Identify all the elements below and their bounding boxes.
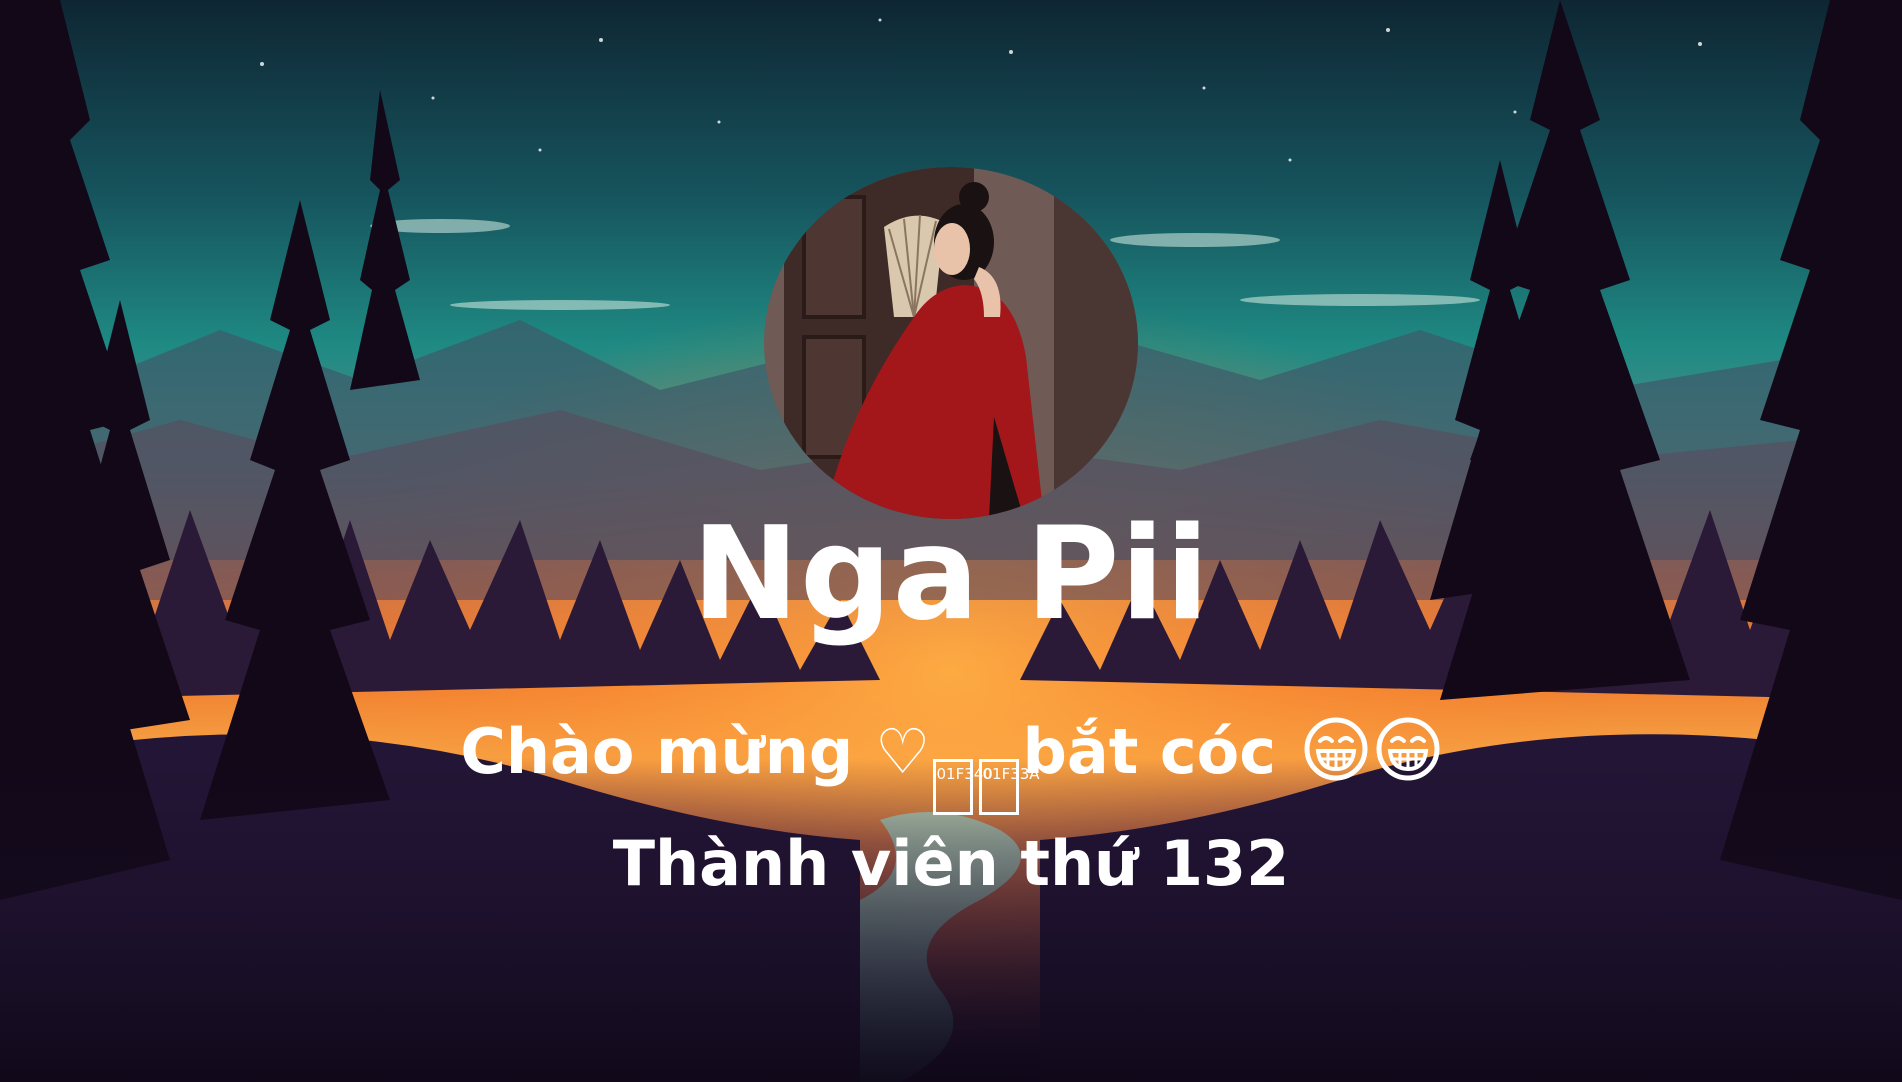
laughing-face-icon	[1304, 717, 1368, 781]
profile-avatar	[764, 167, 1138, 519]
profile-photo-icon	[764, 167, 1138, 519]
missing-glyph-box: 01F33A	[979, 759, 1040, 815]
welcome-card: Nga Pii Chào mừng ♡ 01F34001F33Abắt cóc T…	[0, 0, 1902, 1082]
laughing-face-icon	[1376, 717, 1440, 781]
missing-glyph-box: 01F340	[933, 759, 993, 815]
member-count: Thành viên thứ 132	[612, 827, 1290, 900]
member-name: Nga Pii	[691, 500, 1211, 649]
welcome-message: Chào mừng ♡ 01F34001F33Abắt cóc	[0, 710, 1902, 815]
welcome-text-end: bắt cóc	[1022, 715, 1298, 788]
welcome-text-start: Chào mừng ♡	[460, 715, 931, 788]
